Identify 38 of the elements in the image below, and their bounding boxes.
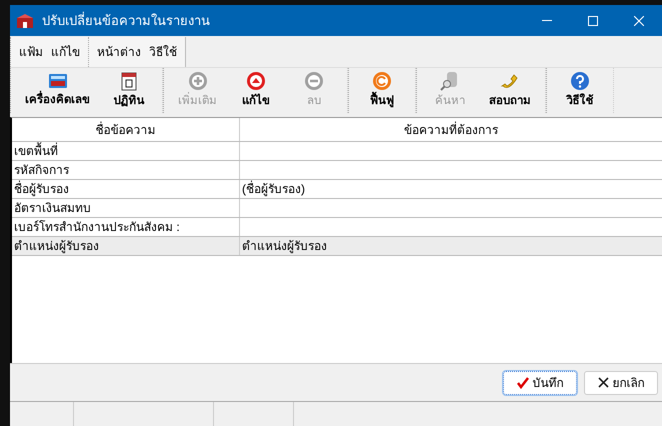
table-row[interactable]: รหัสกิจการ bbox=[12, 161, 662, 180]
checkmark-icon bbox=[516, 376, 528, 388]
column-header[interactable]: ชื่อข้อความ bbox=[12, 118, 240, 141]
table-cell: ตำแหน่งผู้รับรอง bbox=[12, 237, 240, 255]
table-cell: ชื่อผู้รับรอง bbox=[12, 180, 240, 198]
up-arrow-circle-icon bbox=[246, 70, 266, 91]
table-row[interactable]: อัตราเงินสมทบ bbox=[12, 199, 662, 218]
column-header[interactable]: ข้อความที่ต้องการ bbox=[240, 118, 662, 141]
help-icon bbox=[570, 70, 590, 91]
table-cell-text: ตำแหน่งผู้รับรอง bbox=[241, 238, 328, 255]
table-cell: เขตพื้นที่ bbox=[12, 142, 240, 160]
toolbar-button[interactable]: วิธีใช้ bbox=[551, 68, 609, 113]
close-icon bbox=[598, 377, 608, 388]
table-cell-text: (ชื่อผู้รับรอง) bbox=[241, 180, 306, 198]
table-row[interactable]: ชื่อผู้รับรอง (ชื่อผู้รับรอง) bbox=[12, 180, 662, 199]
toolbar-button[interactable]: ฟื้นฟู bbox=[353, 68, 411, 113]
window-title: ปรับเปลี่ยนข้อความในรายงาน bbox=[42, 10, 210, 30]
toolbar-button[interactable]: เครื่องคิดเลข bbox=[15, 68, 100, 113]
plus-circle-icon bbox=[188, 70, 208, 91]
calendar-icon bbox=[120, 70, 138, 91]
menu-item[interactable]: วิธีใช้ bbox=[149, 43, 177, 61]
app-icon bbox=[16, 12, 34, 28]
database-search-icon bbox=[440, 70, 460, 91]
table-cell: เบอร์โทรสำนักงานประกันสังคม : bbox=[12, 218, 240, 236]
menu-item[interactable]: แก้ไข bbox=[51, 43, 80, 61]
table-row[interactable]: เขตพื้นที่ bbox=[12, 142, 662, 161]
menu-item[interactable]: หน้าต่าง bbox=[97, 43, 141, 61]
toolbar-button[interactable]: แก้ไข bbox=[227, 68, 285, 113]
cancel-button[interactable]: ยกเลิก bbox=[584, 370, 658, 394]
calculator-icon bbox=[48, 72, 68, 90]
toolbar-button[interactable]: ปฏิทิน bbox=[100, 68, 158, 113]
table-cell: อัตราเงินสมทบ bbox=[12, 199, 240, 217]
minus-circle-icon bbox=[304, 70, 324, 91]
table-cell: รหัสกิจการ bbox=[12, 161, 240, 179]
toolbar-button[interactable]: สอบถาม bbox=[479, 68, 541, 113]
save-button[interactable]: บันทึก bbox=[503, 370, 577, 394]
table-row[interactable]: ตำแหน่งผู้รับรอง ตำแหน่งผู้รับรอง bbox=[12, 237, 662, 256]
menu-item[interactable]: แฟ้ม bbox=[19, 43, 43, 61]
